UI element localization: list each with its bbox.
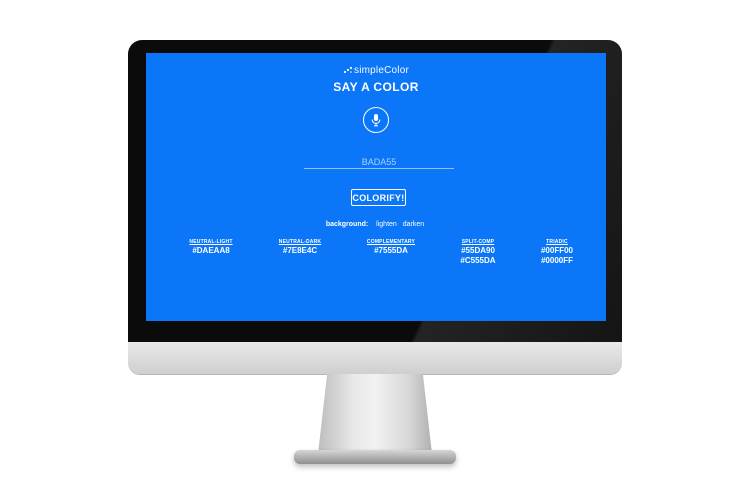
palette-hex-value[interactable]: #7555DA xyxy=(346,246,436,256)
palette-item-complementary: COMPLEMENTARY #7555DA xyxy=(346,239,436,256)
background-controls: background: lighten darken xyxy=(146,221,606,228)
palette-hex-value[interactable]: #7E8E4C xyxy=(255,246,345,256)
palette-hex-value[interactable]: #DAEAA8 xyxy=(166,246,256,256)
palette-heading[interactable]: SPLIT-COMP xyxy=(433,239,523,246)
palette-heading[interactable]: COMPLEMENTARY xyxy=(346,239,436,246)
palette-heading[interactable]: NEUTRAL-DARK xyxy=(255,239,345,246)
palette-item-neutral-light: NEUTRAL-LIGHT #DAEAA8 xyxy=(166,239,256,256)
palette-hex-value[interactable]: #55DA90 xyxy=(433,246,523,256)
palette-list: NEUTRAL-LIGHT #DAEAA8 NEUTRAL-DARK #7E8E… xyxy=(146,239,606,279)
monitor-stand-base xyxy=(294,450,456,464)
palette-item-neutral-dark: NEUTRAL-DARK #7E8E4C xyxy=(255,239,345,256)
palette-hex-value[interactable]: #C555DA xyxy=(433,256,523,266)
microphone-button[interactable] xyxy=(363,107,389,133)
colorify-button[interactable]: COLORIFY! xyxy=(351,189,406,206)
palette-item-triadic: TRIADIC #00FF00 #0000FF xyxy=(512,239,602,266)
monitor-chin xyxy=(128,342,622,374)
brand-logo: simpleColor xyxy=(146,65,606,76)
brand-name: simpleColor xyxy=(354,65,409,76)
color-input[interactable] xyxy=(304,155,454,169)
page-title: SAY A COLOR xyxy=(333,80,419,94)
app-screen: simpleColor SAY A COLOR COLORIFY! backgr… xyxy=(146,53,606,321)
palette-item-split-comp: SPLIT-COMP #55DA90 #C555DA xyxy=(433,239,523,266)
palette-heading[interactable]: TRIADIC xyxy=(512,239,602,246)
background-label: background: xyxy=(325,221,369,228)
monitor-stand xyxy=(318,374,432,454)
microphone-icon xyxy=(371,114,381,127)
monitor-mockup: simpleColor SAY A COLOR COLORIFY! backgr… xyxy=(0,0,750,500)
palette-heading[interactable]: NEUTRAL-LIGHT xyxy=(166,239,256,246)
palette-hex-value[interactable]: #00FF00 xyxy=(512,246,602,256)
darken-link[interactable]: darken xyxy=(403,221,424,228)
palette-hex-value[interactable]: #0000FF xyxy=(512,256,602,266)
sparkle-dots-icon xyxy=(343,66,353,74)
lighten-link[interactable]: lighten xyxy=(376,221,397,228)
